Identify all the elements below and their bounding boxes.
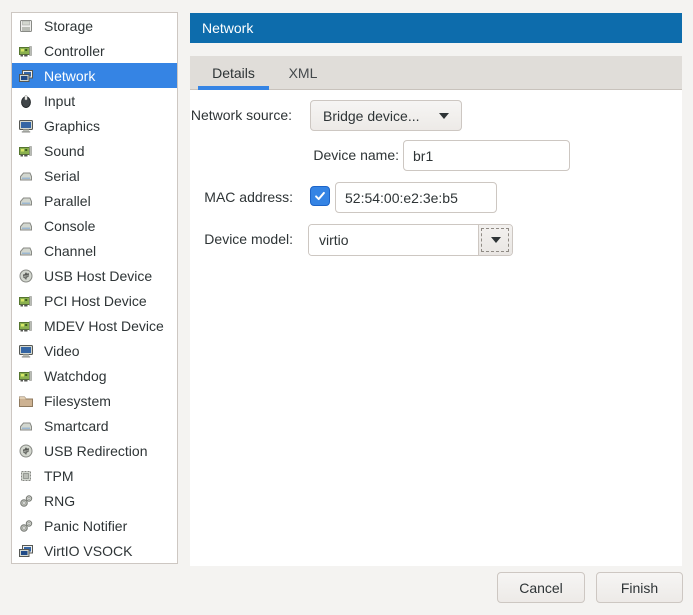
sidebar-item-label: Filesystem xyxy=(44,393,111,409)
hardware-type-list: Storage Controller Network Input Graphics Sou… xyxy=(11,12,178,564)
sidebar-item-label: Console xyxy=(44,218,95,234)
chip-icon xyxy=(18,468,34,484)
usb-icon xyxy=(18,268,34,284)
device-name-label: Device name: xyxy=(190,140,399,171)
sidebar-item-serial[interactable]: Serial xyxy=(12,163,177,188)
sidebar-item-label: Storage xyxy=(44,18,93,34)
pci-card-icon xyxy=(18,368,34,384)
serial-device-icon xyxy=(18,193,34,209)
details-pane: Network source: Bridge device... Device … xyxy=(190,90,682,566)
sidebar-item-label: Serial xyxy=(44,168,80,184)
add-hardware-dialog: { "header": { "title": "Network" }, "tab… xyxy=(0,0,693,615)
checkmark-icon xyxy=(313,189,327,203)
sidebar-item-label: Panic Notifier xyxy=(44,518,127,534)
sidebar-item-network[interactable]: Network xyxy=(12,63,177,88)
panel-header: Network xyxy=(190,13,682,43)
sidebar-item-storage[interactable]: Storage xyxy=(12,13,177,38)
device-model-label: Device model: xyxy=(190,224,293,255)
monitor-icon xyxy=(18,343,34,359)
sidebar-item-label: Parallel xyxy=(44,193,91,209)
sidebar-item-usb-host-device[interactable]: USB Host Device xyxy=(12,263,177,288)
sidebar-item-smartcard[interactable]: Smartcard xyxy=(12,413,177,438)
sidebar-item-label: Controller xyxy=(44,43,105,59)
sidebar-item-label: Network xyxy=(44,68,95,84)
sidebar-item-label: TPM xyxy=(44,468,74,484)
sidebar-item-label: RNG xyxy=(44,493,75,509)
sidebar-item-console[interactable]: Console xyxy=(12,213,177,238)
sidebar-item-label: Input xyxy=(44,93,75,109)
cancel-button[interactable]: Cancel xyxy=(497,572,585,603)
device-name-input[interactable] xyxy=(403,140,570,171)
sidebar-item-label: Graphics xyxy=(44,118,100,134)
tab-xml[interactable]: XML xyxy=(278,56,328,90)
sidebar-item-label: VirtIO VSOCK xyxy=(44,543,132,559)
mouse-icon xyxy=(18,93,34,109)
sidebar-item-rng[interactable]: RNG xyxy=(12,488,177,513)
page-title: Network xyxy=(202,20,253,36)
network-source-value: Bridge device... xyxy=(323,108,420,124)
sidebar-item-filesystem[interactable]: Filesystem xyxy=(12,388,177,413)
pci-card-icon xyxy=(18,43,34,59)
tab-bar: Details XML xyxy=(190,56,682,90)
sidebar-item-label: Watchdog xyxy=(44,368,107,384)
pci-card-icon xyxy=(18,318,34,334)
chevron-down-icon xyxy=(491,237,501,243)
finish-button[interactable]: Finish xyxy=(596,572,683,603)
sidebar-item-label: Sound xyxy=(44,143,84,159)
sidebar-item-parallel[interactable]: Parallel xyxy=(12,188,177,213)
storage-icon xyxy=(18,18,34,34)
mac-address-input[interactable] xyxy=(335,182,497,213)
usb-icon xyxy=(18,443,34,459)
sidebar-item-label: MDEV Host Device xyxy=(44,318,164,334)
device-model-input[interactable] xyxy=(309,225,478,255)
monitor-icon xyxy=(18,118,34,134)
sidebar-item-graphics[interactable]: Graphics xyxy=(12,113,177,138)
sidebar-item-label: Video xyxy=(44,343,80,359)
sidebar-item-panic-notifier[interactable]: Panic Notifier xyxy=(12,513,177,538)
sidebar-item-channel[interactable]: Channel xyxy=(12,238,177,263)
sidebar-item-sound[interactable]: Sound xyxy=(12,138,177,163)
serial-device-icon xyxy=(18,218,34,234)
sidebar-item-label: Smartcard xyxy=(44,418,109,434)
sidebar-item-usb-redirection[interactable]: USB Redirection xyxy=(12,438,177,463)
sidebar-item-virtio-vsock[interactable]: VirtIO VSOCK xyxy=(12,538,177,563)
network-icon xyxy=(18,68,34,84)
mac-address-checkbox[interactable] xyxy=(310,186,330,206)
device-model-combo xyxy=(308,224,513,256)
sidebar-item-label: PCI Host Device xyxy=(44,293,147,309)
tab-details[interactable]: Details xyxy=(198,56,269,90)
pci-card-icon xyxy=(18,293,34,309)
sidebar-item-tpm[interactable]: TPM xyxy=(12,463,177,488)
mac-address-label: MAC address: xyxy=(190,182,293,213)
sidebar-item-label: Channel xyxy=(44,243,96,259)
device-model-dropdown-button[interactable] xyxy=(478,225,512,255)
sidebar-item-input[interactable]: Input xyxy=(12,88,177,113)
gears-icon xyxy=(18,493,34,509)
sidebar-item-controller[interactable]: Controller xyxy=(12,38,177,63)
network-source-dropdown[interactable]: Bridge device... xyxy=(310,100,462,131)
network-icon xyxy=(18,543,34,559)
sidebar-item-label: USB Host Device xyxy=(44,268,152,284)
sidebar-item-label: USB Redirection xyxy=(44,443,148,459)
serial-device-icon xyxy=(18,418,34,434)
sidebar-item-pci-host-device[interactable]: PCI Host Device xyxy=(12,288,177,313)
gears-icon xyxy=(18,518,34,534)
serial-device-icon xyxy=(18,243,34,259)
sidebar-item-watchdog[interactable]: Watchdog xyxy=(12,363,177,388)
sidebar-item-mdev-host-device[interactable]: MDEV Host Device xyxy=(12,313,177,338)
network-source-label: Network source: xyxy=(190,100,292,131)
pci-card-icon xyxy=(18,143,34,159)
serial-device-icon xyxy=(18,168,34,184)
sidebar-item-video[interactable]: Video xyxy=(12,338,177,363)
folder-icon xyxy=(18,393,34,409)
chevron-down-icon xyxy=(439,113,449,119)
